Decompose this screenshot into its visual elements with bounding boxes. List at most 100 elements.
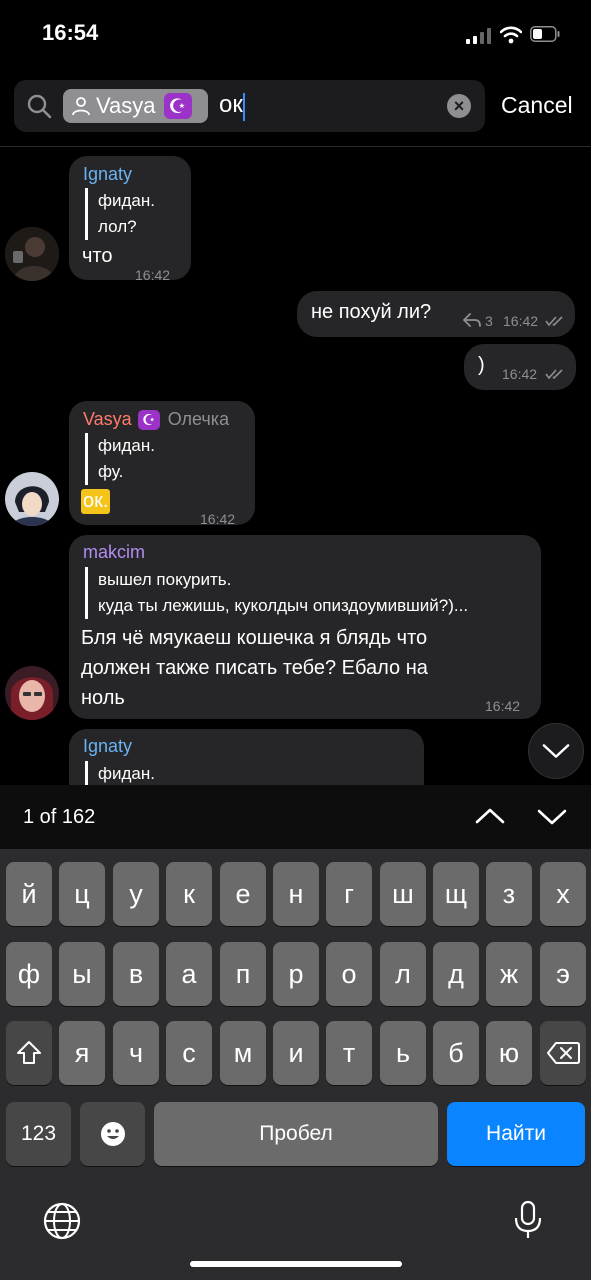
search-icon	[27, 94, 52, 119]
message-text: что	[82, 245, 113, 267]
next-result-chevron-down-icon[interactable]	[537, 807, 567, 827]
key[interactable]: ж	[486, 942, 532, 1006]
backspace-key[interactable]	[540, 1021, 586, 1085]
chat-messages[interactable]: Ignaty фидан. лол? что 16:42 не похуй ли…	[0, 147, 591, 785]
avatar-ignaty[interactable]	[5, 227, 59, 281]
key[interactable]: ш	[380, 862, 426, 926]
sender-name[interactable]: Vasya ☪ Олечка	[83, 409, 229, 430]
message-text: Бля чё мяукаеш кошечка я блядь что долже…	[81, 623, 428, 713]
shift-key[interactable]	[6, 1021, 52, 1085]
message-time: 16:42	[135, 267, 171, 283]
cancel-button[interactable]: Cancel	[501, 92, 573, 119]
search-return-key[interactable]: Найти	[447, 1102, 585, 1166]
avatar-makcim[interactable]	[5, 666, 59, 720]
read-checkmarks-icon	[545, 369, 563, 380]
reply-quote[interactable]: вышел покурить. куда ты лежишь, куколдыч…	[85, 567, 468, 619]
key[interactable]: с	[166, 1021, 212, 1085]
user-filter-chip[interactable]: Vasya ☪	[63, 89, 208, 123]
battery-icon	[530, 26, 560, 42]
key[interactable]: в	[113, 942, 159, 1006]
search-results-count: 1 of 162	[23, 806, 96, 828]
message-bubble[interactable]: Ignaty фидан. лол? что 16:42	[69, 156, 191, 283]
message-bubble[interactable]: ) 16:42	[464, 344, 576, 390]
message-line: должен также писать тебе? Ебало на	[81, 657, 428, 679]
reply-quote[interactable]: фидан. лол?	[85, 188, 155, 240]
quote-text: лол?	[98, 217, 137, 236]
key[interactable]: г	[326, 862, 372, 926]
home-indicator[interactable]	[190, 1261, 402, 1267]
key[interactable]: р	[273, 942, 319, 1006]
quote-title: фидан.	[98, 436, 155, 455]
sender-name-text: Vasya	[83, 409, 132, 429]
previous-result-chevron-up-icon[interactable]	[475, 806, 505, 826]
reply-count[interactable]: 3	[485, 313, 493, 329]
emoji-icon	[100, 1122, 125, 1146]
key[interactable]: о	[326, 942, 372, 1006]
key[interactable]: з	[486, 862, 532, 926]
key[interactable]: н	[273, 862, 319, 926]
sender-name[interactable]: makcim	[83, 542, 145, 563]
globe-icon[interactable]	[42, 1201, 82, 1241]
key[interactable]: у	[113, 862, 159, 926]
message-bubble[interactable]: Vasya ☪ Олечка фидан. фу. ок. 16:42	[69, 401, 255, 527]
key[interactable]: ю	[486, 1021, 532, 1085]
status-time: 16:54	[42, 20, 99, 45]
microphone-icon[interactable]	[513, 1199, 543, 1241]
space-key[interactable]: Пробел	[154, 1102, 438, 1166]
avatar-vasya[interactable]	[5, 472, 59, 526]
key[interactable]: п	[220, 942, 266, 1006]
reply-quote[interactable]: фидан.	[85, 761, 155, 785]
key[interactable]: ц	[59, 862, 105, 926]
message-bubble[interactable]: Ignaty фидан.	[69, 729, 424, 785]
keyboard: й ц у к е н г ш щ з х ф ы в а п р о л д …	[0, 849, 591, 1280]
message-bubble[interactable]: makcim вышел покурить. куда ты лежишь, к…	[69, 535, 541, 719]
text-cursor	[243, 93, 245, 121]
key[interactable]: й	[6, 862, 52, 926]
message-line: Бля чё мяукаеш кошечка я блядь что	[81, 627, 428, 649]
sender-title: Олечка	[167, 409, 230, 429]
key[interactable]: а	[166, 942, 212, 1006]
key[interactable]: ф	[6, 942, 52, 1006]
chip-user-name: Vasya	[96, 93, 156, 118]
emoji-key[interactable]	[80, 1102, 145, 1166]
quote-title: фидан.	[98, 764, 155, 783]
reply-arrow-icon	[463, 313, 481, 327]
clear-search-button[interactable]: ×	[447, 94, 471, 118]
key[interactable]: я	[59, 1021, 105, 1085]
key[interactable]: ы	[59, 942, 105, 1006]
reply-quote[interactable]: фидан. фу.	[85, 433, 155, 485]
backspace-icon	[547, 1042, 580, 1064]
key[interactable]: д	[433, 942, 479, 1006]
key[interactable]: т	[326, 1021, 372, 1085]
key[interactable]: ч	[113, 1021, 159, 1085]
sender-name[interactable]: Ignaty	[83, 164, 132, 185]
message-bubble[interactable]: не похуй ли? 3 16:42	[297, 291, 575, 337]
message-text: не похуй ли?	[311, 301, 432, 323]
star-and-crescent-emoji-icon: ☪	[137, 409, 160, 430]
chevron-down-icon	[542, 744, 570, 758]
key[interactable]: б	[433, 1021, 479, 1085]
message-line: ноль	[81, 687, 125, 709]
quote-text: куда ты лежишь, куколдыч опиздоумивший?)…	[98, 596, 469, 615]
key[interactable]: х	[540, 862, 586, 926]
key[interactable]: е	[220, 862, 266, 926]
cellular-signal-icon	[466, 28, 491, 44]
message-time: 16:42	[485, 698, 521, 714]
shift-icon	[17, 1041, 41, 1064]
sender-name[interactable]: Ignaty	[83, 736, 132, 757]
wifi-icon	[500, 26, 522, 44]
key[interactable]: щ	[433, 862, 479, 926]
message-time: 16:42	[503, 313, 539, 329]
key[interactable]: к	[166, 862, 212, 926]
key[interactable]: э	[540, 942, 586, 1006]
key[interactable]: л	[380, 942, 426, 1006]
quote-title: фидан.	[98, 191, 155, 210]
key[interactable]: и	[273, 1021, 319, 1085]
quote-title: вышел покурить.	[98, 570, 232, 589]
scroll-to-bottom-button[interactable]	[528, 723, 584, 779]
quote-text: фу.	[98, 462, 124, 481]
numbers-key[interactable]: 123	[6, 1102, 71, 1166]
search-query-text[interactable]: ок	[219, 91, 243, 119]
key[interactable]: м	[220, 1021, 266, 1085]
key[interactable]: ь	[380, 1021, 426, 1085]
